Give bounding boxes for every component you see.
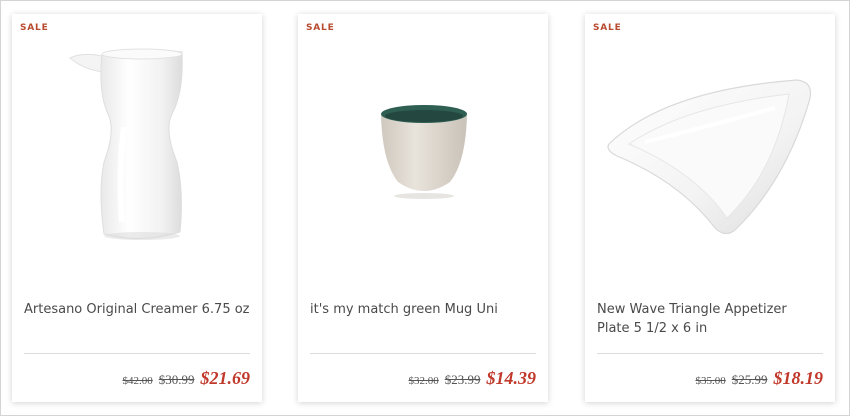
- product-name[interactable]: Artesano Original Creamer 6.75 oz: [24, 300, 250, 319]
- divider: [24, 353, 250, 354]
- product-card-plate[interactable]: SALE New Wave Triangle Appetizer Plate 5…: [585, 14, 835, 402]
- price-original: $32.00: [408, 375, 439, 387]
- mug-image: [381, 105, 467, 199]
- price-original: $42.00: [122, 375, 153, 387]
- product-image-mug[interactable]: [298, 32, 548, 262]
- price-group: $42.00 $30.99 $21.69: [123, 368, 251, 389]
- product-image-creamer[interactable]: [12, 32, 262, 262]
- price-sale: $14.39: [486, 368, 537, 388]
- product-card-creamer[interactable]: SALE Artesano Original Creamer 6.75 oz $…: [12, 14, 262, 402]
- price-sale: $18.19: [773, 368, 824, 388]
- price-group: $35.00 $25.99 $18.19: [696, 368, 824, 389]
- price-was: $23.99: [444, 372, 481, 387]
- divider: [597, 353, 823, 354]
- creamer-image: [69, 48, 183, 240]
- price-was: $30.99: [158, 372, 195, 387]
- price-original: $35.00: [695, 375, 726, 387]
- product-name[interactable]: New Wave Triangle Appetizer Plate 5 1/2 …: [597, 300, 823, 338]
- price-group: $32.00 $23.99 $14.39: [409, 368, 537, 389]
- product-card-mug[interactable]: SALE it's my match green Mug Uni $32.00 …: [298, 14, 548, 402]
- plate-image: [607, 79, 812, 235]
- price-was: $25.99: [731, 372, 768, 387]
- price-sale: $21.69: [200, 368, 251, 388]
- product-name[interactable]: it's my match green Mug Uni: [310, 300, 536, 319]
- product-image-plate[interactable]: [585, 32, 835, 262]
- divider: [310, 353, 536, 354]
